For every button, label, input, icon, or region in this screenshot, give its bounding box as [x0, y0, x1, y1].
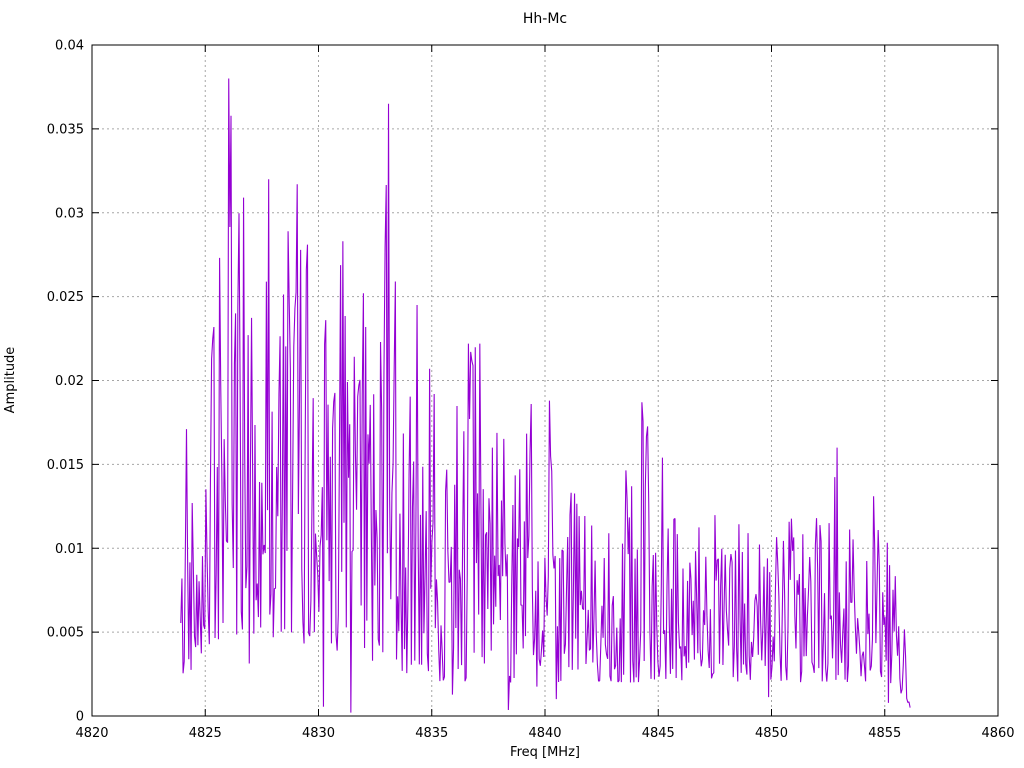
y-tick-label: 0.005 [47, 626, 84, 641]
y-tick-label: 0 [76, 710, 84, 725]
y-tick-label: 0.035 [47, 122, 84, 137]
chart-title: Hh-Mc [523, 11, 567, 27]
y-tick-label: 0.02 [55, 374, 84, 389]
x-tick-label: 4825 [189, 726, 222, 741]
y-tick-label: 0.015 [47, 458, 84, 473]
y-tick-label: 0.01 [55, 542, 84, 557]
plot-area: 4820 4825 4830 4835 4840 4845 4850 4855 4860 0 0.0… [3, 11, 1015, 760]
x-tick-label: 4840 [528, 726, 561, 741]
y-axis-label: Amplitude [3, 347, 18, 414]
y-tick-label: 0.04 [55, 39, 84, 54]
x-tick-label: 4855 [868, 726, 901, 741]
chart: 4820 4825 4830 4835 4840 4845 4850 4855 4860 0 0.0… [0, 0, 1024, 768]
x-tick-label: 4830 [302, 726, 335, 741]
x-tick-label: 4850 [755, 726, 788, 741]
x-tick-label: 4820 [75, 726, 108, 741]
x-tick-label: 4860 [981, 726, 1014, 741]
x-tick-label: 4845 [642, 726, 675, 741]
y-tick-label: 0.025 [47, 290, 84, 305]
x-tick-label: 4835 [415, 726, 448, 741]
x-axis-label: Freq [MHz] [510, 745, 580, 760]
y-tick-label: 0.03 [55, 206, 84, 221]
